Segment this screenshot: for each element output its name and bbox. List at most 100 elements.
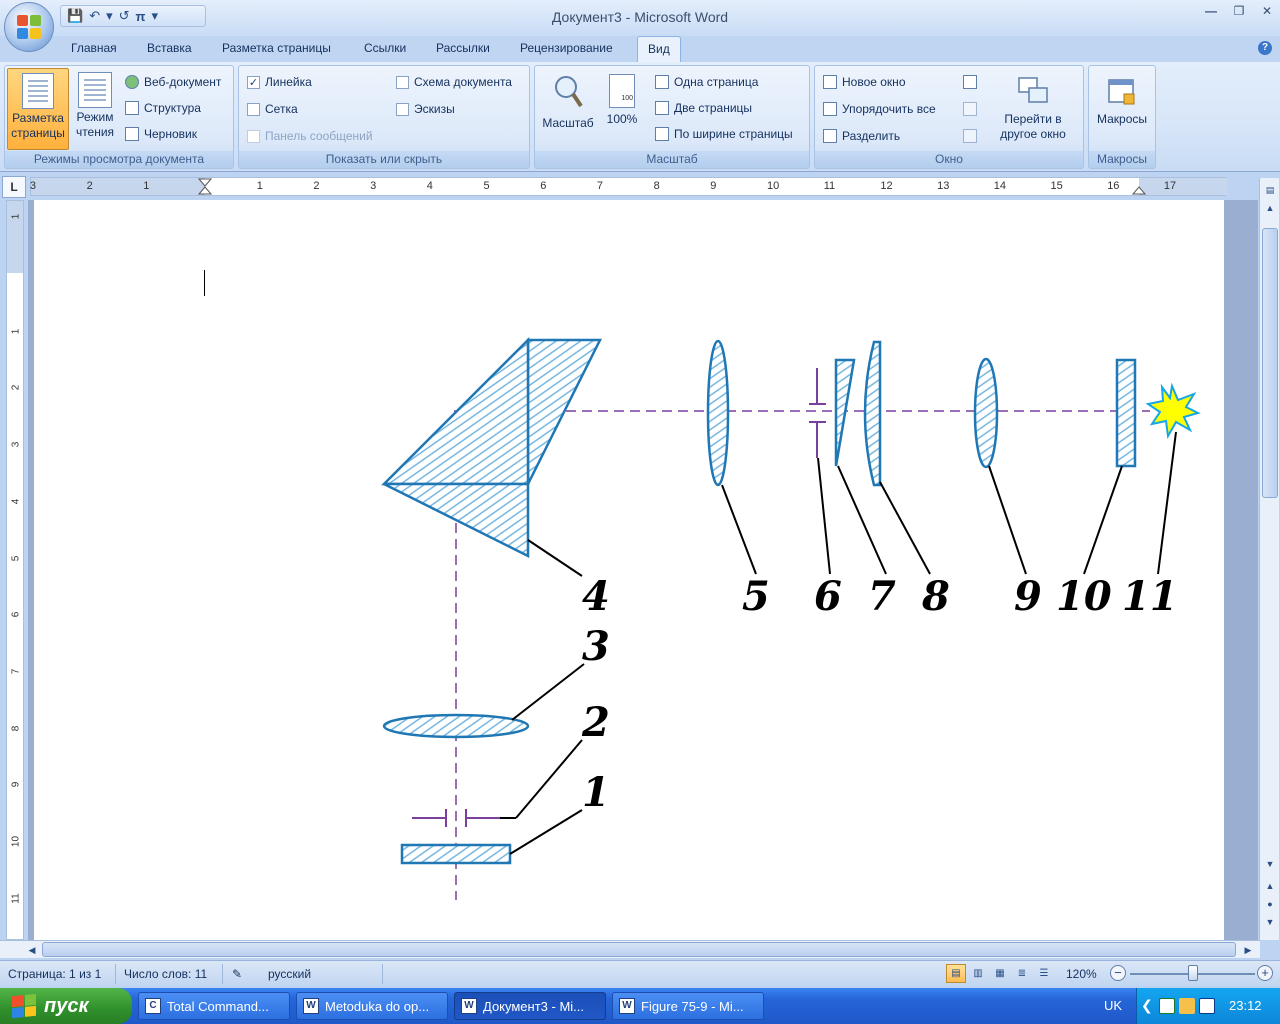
- vertical-scroll-thumb[interactable]: [1262, 228, 1278, 498]
- tab-selector[interactable]: L: [2, 176, 26, 198]
- vertical-ruler[interactable]: 1 1 2 3 4 5 6 7 8 9 10 11: [6, 200, 24, 940]
- select-browse-object-icon[interactable]: ●: [1262, 896, 1278, 912]
- web-layout-button[interactable]: Веб-документ: [125, 72, 221, 92]
- ruler-tick-label: 9: [710, 180, 717, 192]
- task-label: Metoduka do op...: [325, 998, 430, 1014]
- ruler-tick-label: 17: [1163, 180, 1177, 192]
- word-count[interactable]: Число слов: 11: [124, 967, 207, 981]
- macros-label: Макросы: [1096, 112, 1148, 126]
- outline-button[interactable]: Структура: [125, 98, 201, 118]
- print-layout-view-icon[interactable]: ▤: [946, 964, 966, 983]
- tab-review[interactable]: Рецензирование: [520, 41, 613, 55]
- horizontal-scrollbar[interactable]: ◀ ▶: [0, 940, 1260, 958]
- vertical-scrollbar[interactable]: ▤ ▲ ▼ ▲ ● ▼: [1259, 178, 1279, 940]
- ruler-checkbox[interactable]: ✓ Линейка: [247, 72, 312, 92]
- indent-marker-icon[interactable]: [198, 178, 212, 196]
- synchronous-scrolling-icon: [963, 102, 977, 116]
- scroll-up-icon[interactable]: ▲: [1262, 200, 1278, 216]
- tab-mailings[interactable]: Рассылки: [436, 41, 490, 55]
- zoom-label: Масштаб: [542, 116, 594, 130]
- ruler-toggle-icon[interactable]: ▤: [1262, 182, 1278, 198]
- next-page-icon[interactable]: ▼: [1262, 914, 1278, 930]
- print-layout-button[interactable]: Разметка страницы: [7, 68, 69, 150]
- switch-windows-button[interactable]: Перейти в другое окно: [987, 68, 1079, 150]
- vertical-ruler-tick-label: 1: [10, 328, 22, 334]
- minimize-button[interactable]: —: [1198, 2, 1224, 20]
- thumbnails-checkbox[interactable]: Эскизы: [396, 99, 455, 119]
- grid-label: Сетка: [265, 102, 298, 116]
- task-metoduka[interactable]: W Metoduka do op...: [296, 992, 448, 1020]
- two-pages-button[interactable]: Две страницы: [655, 98, 752, 118]
- reset-window-position-icon: [963, 129, 977, 143]
- figure-label-5: 5: [742, 573, 770, 620]
- web-view-icon[interactable]: ▦: [990, 964, 1010, 983]
- slit-element-6: [809, 368, 826, 458]
- window-title: Документ3 - Microsoft Word: [551, 9, 729, 25]
- full-reading-button[interactable]: Режим чтения: [71, 68, 119, 150]
- scroll-left-icon[interactable]: ◀: [24, 942, 40, 958]
- zoom-out-icon[interactable]: −: [1110, 965, 1126, 981]
- close-button[interactable]: ✕: [1254, 2, 1280, 20]
- scroll-right-icon[interactable]: ▶: [1240, 942, 1256, 958]
- tray-app-icon[interactable]: [1159, 998, 1175, 1014]
- office-button[interactable]: [4, 2, 54, 52]
- zoom-100-button[interactable]: 100 100%: [601, 68, 643, 150]
- title-bar: 💾 ↶ ▾ ↺ π ▾ Документ3 - Microsoft Word —…: [0, 0, 1280, 36]
- one-page-button[interactable]: Одна страница: [655, 72, 758, 92]
- status-bar: Страница: 1 из 1 Число слов: 11 ✎ русски…: [0, 960, 1280, 986]
- scroll-down-icon[interactable]: ▼: [1262, 856, 1278, 872]
- macros-button[interactable]: Макросы: [1091, 68, 1153, 150]
- zoom-level[interactable]: 120%: [1066, 967, 1097, 981]
- web-layout-label: Веб-документ: [144, 75, 222, 89]
- tray-network-icon[interactable]: [1179, 998, 1195, 1014]
- split-button[interactable]: Разделить: [823, 126, 900, 146]
- start-button[interactable]: пуск: [0, 988, 132, 1024]
- spelling-check-icon[interactable]: ✎: [232, 967, 242, 981]
- help-icon[interactable]: ?: [1258, 41, 1272, 55]
- page-width-button[interactable]: По ширине страницы: [655, 124, 793, 144]
- windows-flag-icon: [12, 993, 36, 1019]
- outline-label: Структура: [144, 101, 201, 115]
- print-layout-icon: [22, 73, 54, 109]
- draft-button[interactable]: Черновик: [125, 124, 197, 144]
- new-window-button[interactable]: Новое окно: [823, 72, 906, 92]
- task-document3[interactable]: W Документ3 - Mi...: [454, 992, 606, 1020]
- figure-label-3: 3: [582, 623, 610, 670]
- arrange-all-button[interactable]: Упорядочить все: [823, 99, 936, 119]
- grid-check-box: [247, 102, 260, 116]
- keyboard-language[interactable]: UK: [1104, 998, 1122, 1013]
- task-figure-75-9[interactable]: W Figure 75-9 - Mi...: [612, 992, 764, 1020]
- tab-insert[interactable]: Вставка: [147, 41, 192, 55]
- one-page-icon: [655, 75, 669, 89]
- zoom-in-icon[interactable]: +: [1257, 965, 1273, 981]
- reading-view-icon[interactable]: ▥: [968, 964, 988, 983]
- page-count[interactable]: Страница: 1 из 1: [8, 967, 101, 981]
- horizontal-ruler[interactable]: 3 2 1 1 2 3 4 5 6 7 8 9 10 11 12 13 14 15 16 17: [30, 177, 1227, 196]
- tab-home[interactable]: Главная: [71, 41, 117, 55]
- vertical-ruler-tick-label: 2: [10, 385, 22, 391]
- draft-view-icon[interactable]: ☰: [1034, 964, 1054, 983]
- restore-button[interactable]: ❐: [1226, 2, 1252, 20]
- message-bar-label: Панель сообщений: [265, 129, 373, 143]
- full-reading-icon: [78, 72, 112, 108]
- grid-checkbox[interactable]: Сетка: [247, 99, 298, 119]
- language-indicator[interactable]: русский: [268, 967, 311, 981]
- zoom-slider-thumb[interactable]: [1188, 965, 1198, 981]
- tab-view[interactable]: Вид: [637, 36, 681, 63]
- previous-page-icon[interactable]: ▲: [1262, 878, 1278, 894]
- word-doc-icon: W: [461, 998, 477, 1014]
- ruler-tick-label: 16: [1107, 180, 1120, 192]
- doc-map-checkbox[interactable]: Схема документа: [396, 72, 512, 92]
- view-side-by-side-icon[interactable]: [963, 75, 977, 89]
- lens-element-8: [863, 340, 882, 487]
- tab-references[interactable]: Ссылки: [364, 41, 406, 55]
- tray-expand-icon[interactable]: ❮: [1141, 998, 1157, 1014]
- horizontal-scroll-thumb[interactable]: [42, 942, 1236, 957]
- task-total-commander[interactable]: C Total Command...: [138, 992, 290, 1020]
- ruler-tick-label: 4: [426, 180, 433, 192]
- tab-page-layout[interactable]: Разметка страницы: [222, 41, 331, 55]
- tray-media-icon[interactable]: [1199, 998, 1215, 1014]
- zoom-button[interactable]: Масштаб: [537, 68, 599, 150]
- right-indent-marker-icon[interactable]: [1132, 178, 1146, 196]
- outline-view-icon[interactable]: ≣: [1012, 964, 1032, 983]
